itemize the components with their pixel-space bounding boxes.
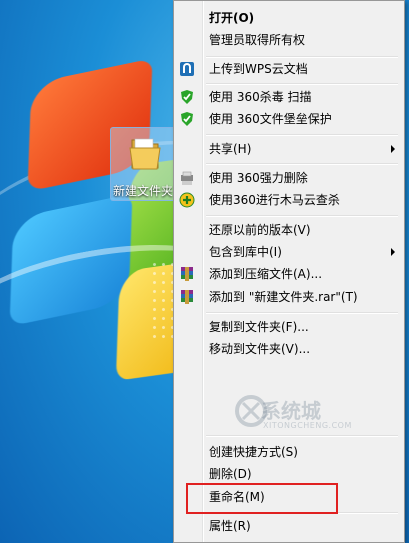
menu-item-label: 属性(R) bbox=[209, 519, 251, 533]
menu-item-properties[interactable]: 属性(R) bbox=[177, 515, 401, 537]
menu-item-label: 创建快捷方式(S) bbox=[209, 445, 298, 459]
menu-separator bbox=[206, 163, 398, 165]
360-plus-icon bbox=[179, 192, 195, 208]
menu-item-label: 使用 360杀毒 扫描 bbox=[209, 90, 312, 104]
winrar-icon bbox=[181, 267, 193, 281]
menu-item-label: 删除(D) bbox=[209, 467, 252, 481]
submenu-arrow-icon bbox=[391, 248, 395, 256]
menu-item-take-ownership[interactable]: 管理员取得所有权 bbox=[177, 29, 401, 51]
context-menu: 打开(O) 管理员取得所有权 上传到WPS云文档 使用 360杀毒 扫描 使用 … bbox=[173, 0, 405, 543]
menu-item-copy-to-folder[interactable]: 复制到文件夹(F)... bbox=[177, 316, 401, 338]
menu-separator bbox=[206, 435, 398, 437]
menu-item-360-shred[interactable]: 使用 360强力删除 bbox=[177, 167, 401, 189]
menu-item-add-archive[interactable]: 添加到压缩文件(A)... bbox=[177, 263, 401, 285]
desktop-folder[interactable]: 新建文件夹 bbox=[110, 127, 182, 201]
menu-item-label: 添加到压缩文件(A)... bbox=[209, 267, 323, 281]
menu-item-share[interactable]: 共享(H) bbox=[177, 138, 401, 160]
submenu-arrow-icon bbox=[391, 145, 395, 153]
menu-item-restore-versions[interactable]: 还原以前的版本(V) bbox=[177, 219, 401, 241]
menu-item-label: 使用 360强力删除 bbox=[209, 171, 308, 185]
wps-cloud-icon bbox=[180, 62, 194, 76]
menu-item-label: 添加到 "新建文件夹.rar"(T) bbox=[209, 290, 358, 304]
menu-item-label: 上传到WPS云文档 bbox=[209, 62, 308, 76]
menu-item-create-shortcut[interactable]: 创建快捷方式(S) bbox=[177, 441, 401, 463]
shredder-icon bbox=[181, 171, 193, 185]
menu-item-move-to-folder[interactable]: 移动到文件夹(V)... bbox=[177, 338, 401, 360]
menu-item-label: 共享(H) bbox=[209, 142, 252, 156]
watermark-text: 系统城 bbox=[261, 399, 321, 423]
menu-separator bbox=[206, 83, 398, 85]
menu-item-label: 管理员取得所有权 bbox=[209, 33, 306, 47]
menu-separator bbox=[206, 312, 398, 314]
watermark-subtext: XITONGCHENG.COM bbox=[263, 421, 352, 430]
menu-item-label: 使用360进行木马云查杀 bbox=[209, 193, 340, 207]
folder-icon bbox=[129, 138, 161, 170]
menu-item-label: 打开(O) bbox=[209, 11, 255, 25]
menu-item-label: 包含到库中(I) bbox=[209, 245, 282, 259]
menu-item-add-rar[interactable]: 添加到 "新建文件夹.rar"(T) bbox=[177, 286, 401, 308]
rename-highlight-box bbox=[186, 483, 338, 514]
menu-separator bbox=[206, 134, 398, 136]
menu-item-open[interactable]: 打开(O) bbox=[177, 7, 401, 29]
menu-item-label: 使用 360文件堡垒保护 bbox=[209, 112, 332, 126]
menu-item-360-protect[interactable]: 使用 360文件堡垒保护 bbox=[177, 108, 401, 130]
menu-item-delete[interactable]: 删除(D) bbox=[177, 463, 401, 485]
menu-item-360-trojan-scan[interactable]: 使用360进行木马云查杀 bbox=[177, 189, 401, 211]
menu-item-upload-wps[interactable]: 上传到WPS云文档 bbox=[177, 58, 401, 80]
menu-separator bbox=[206, 215, 398, 217]
watermark: 系统城 XITONGCHENG.COM bbox=[233, 389, 363, 439]
menu-item-include-library[interactable]: 包含到库中(I) bbox=[177, 241, 401, 263]
360-shield-icon bbox=[181, 90, 193, 104]
winrar-icon bbox=[181, 290, 193, 304]
menu-item-360-scan[interactable]: 使用 360杀毒 扫描 bbox=[177, 86, 401, 108]
menu-item-label: 复制到文件夹(F)... bbox=[209, 320, 309, 334]
menu-item-label: 还原以前的版本(V) bbox=[209, 223, 311, 237]
menu-item-label: 移动到文件夹(V)... bbox=[209, 342, 311, 356]
360-shield-icon bbox=[181, 112, 193, 126]
